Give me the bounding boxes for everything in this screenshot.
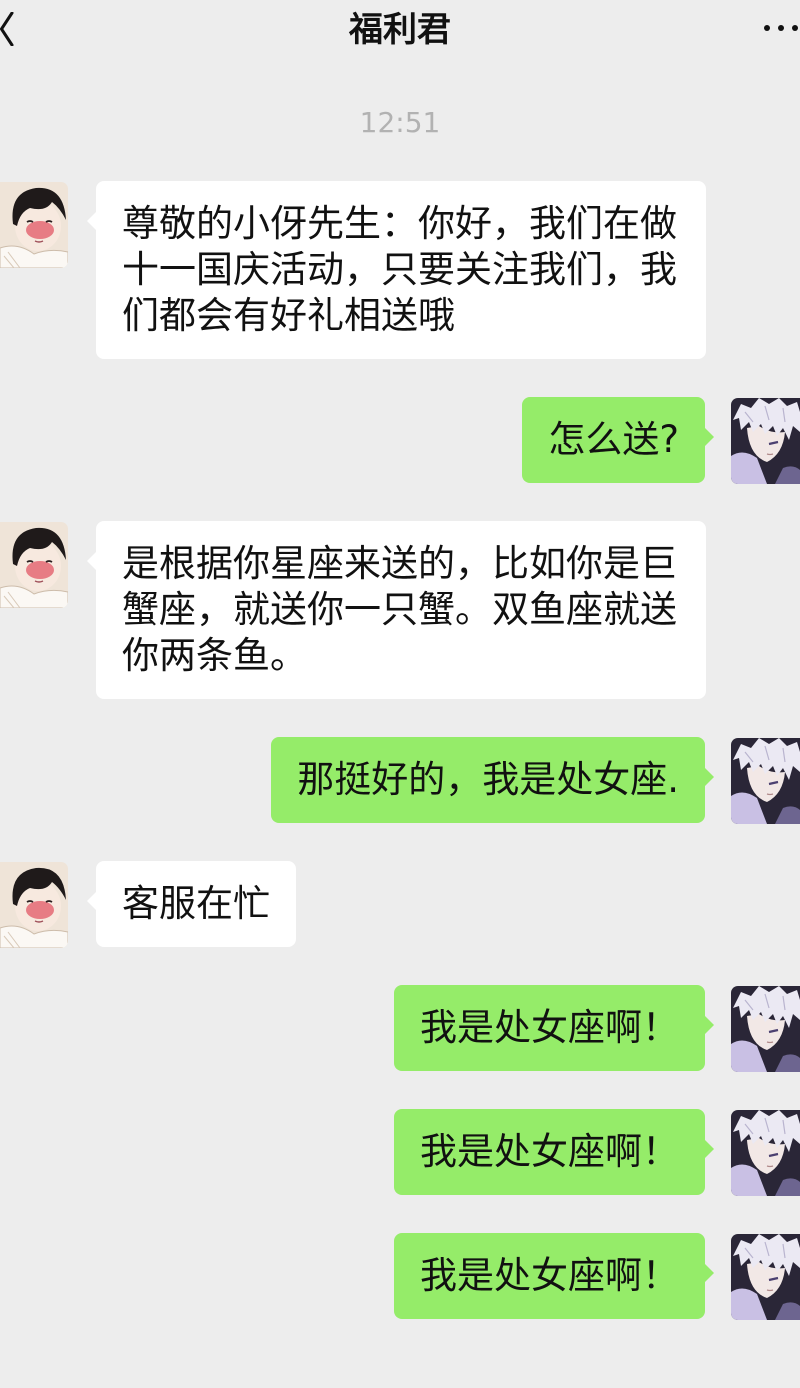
message-row: 我是处女座啊！ (0, 985, 800, 1071)
cartoon-boy-avatar (0, 182, 68, 268)
more-button[interactable] (763, 23, 799, 33)
message-row: 我是处女座啊！ (0, 1109, 800, 1195)
message-row: 怎么送? (0, 397, 800, 483)
my-avatar[interactable] (731, 398, 800, 484)
sent-message-bubble[interactable]: 我是处女座啊！ (394, 985, 714, 1071)
received-message-bubble[interactable]: 是根据你星座来送的，比如你是巨蟹座，就送你一只蟹。双鱼座就送你两条鱼。 (87, 521, 706, 699)
cartoon-boy-avatar (0, 522, 68, 608)
message-list: 尊敬的小伢先生：你好，我们在做十一国庆活动，只要关注我们，我们都会有好礼相送哦 … (0, 181, 800, 1319)
chat-title: 福利君 (349, 10, 451, 50)
sent-message-bubble[interactable]: 我是处女座啊！ (394, 1109, 714, 1195)
contact-avatar[interactable] (0, 522, 68, 608)
message-row: 那挺好的，我是处女座. (0, 737, 800, 823)
more-dots-icon (764, 25, 798, 31)
my-avatar[interactable] (731, 986, 800, 1072)
silver-hair-anime-avatar (731, 398, 800, 484)
silver-hair-anime-avatar (731, 986, 800, 1072)
silver-hair-anime-avatar (731, 1110, 800, 1196)
contact-avatar[interactable] (0, 182, 68, 268)
cartoon-boy-avatar (0, 862, 68, 948)
sent-message-bubble[interactable]: 我是处女座啊！ (394, 1233, 714, 1319)
sent-message-bubble[interactable]: 怎么送? (522, 397, 714, 483)
chat-header: 福利君 (0, 0, 800, 62)
my-avatar[interactable] (731, 1110, 800, 1196)
message-timestamp: 12:51 (359, 106, 441, 139)
received-message-bubble[interactable]: 尊敬的小伢先生：你好，我们在做十一国庆活动，只要关注我们，我们都会有好礼相送哦 (87, 181, 706, 359)
my-avatar[interactable] (731, 1234, 800, 1320)
message-row: 客服在忙 (0, 861, 800, 947)
contact-avatar[interactable] (0, 862, 68, 948)
message-row: 是根据你星座来送的，比如你是巨蟹座，就送你一只蟹。双鱼座就送你两条鱼。 (0, 521, 800, 699)
message-row: 我是处女座啊！ (0, 1233, 800, 1319)
silver-hair-anime-avatar (731, 738, 800, 824)
my-avatar[interactable] (731, 738, 800, 824)
silver-hair-anime-avatar (731, 1234, 800, 1320)
message-row: 尊敬的小伢先生：你好，我们在做十一国庆活动，只要关注我们，我们都会有好礼相送哦 (0, 181, 800, 359)
sent-message-bubble[interactable]: 那挺好的，我是处女座. (271, 737, 714, 823)
received-message-bubble[interactable]: 客服在忙 (87, 861, 296, 947)
